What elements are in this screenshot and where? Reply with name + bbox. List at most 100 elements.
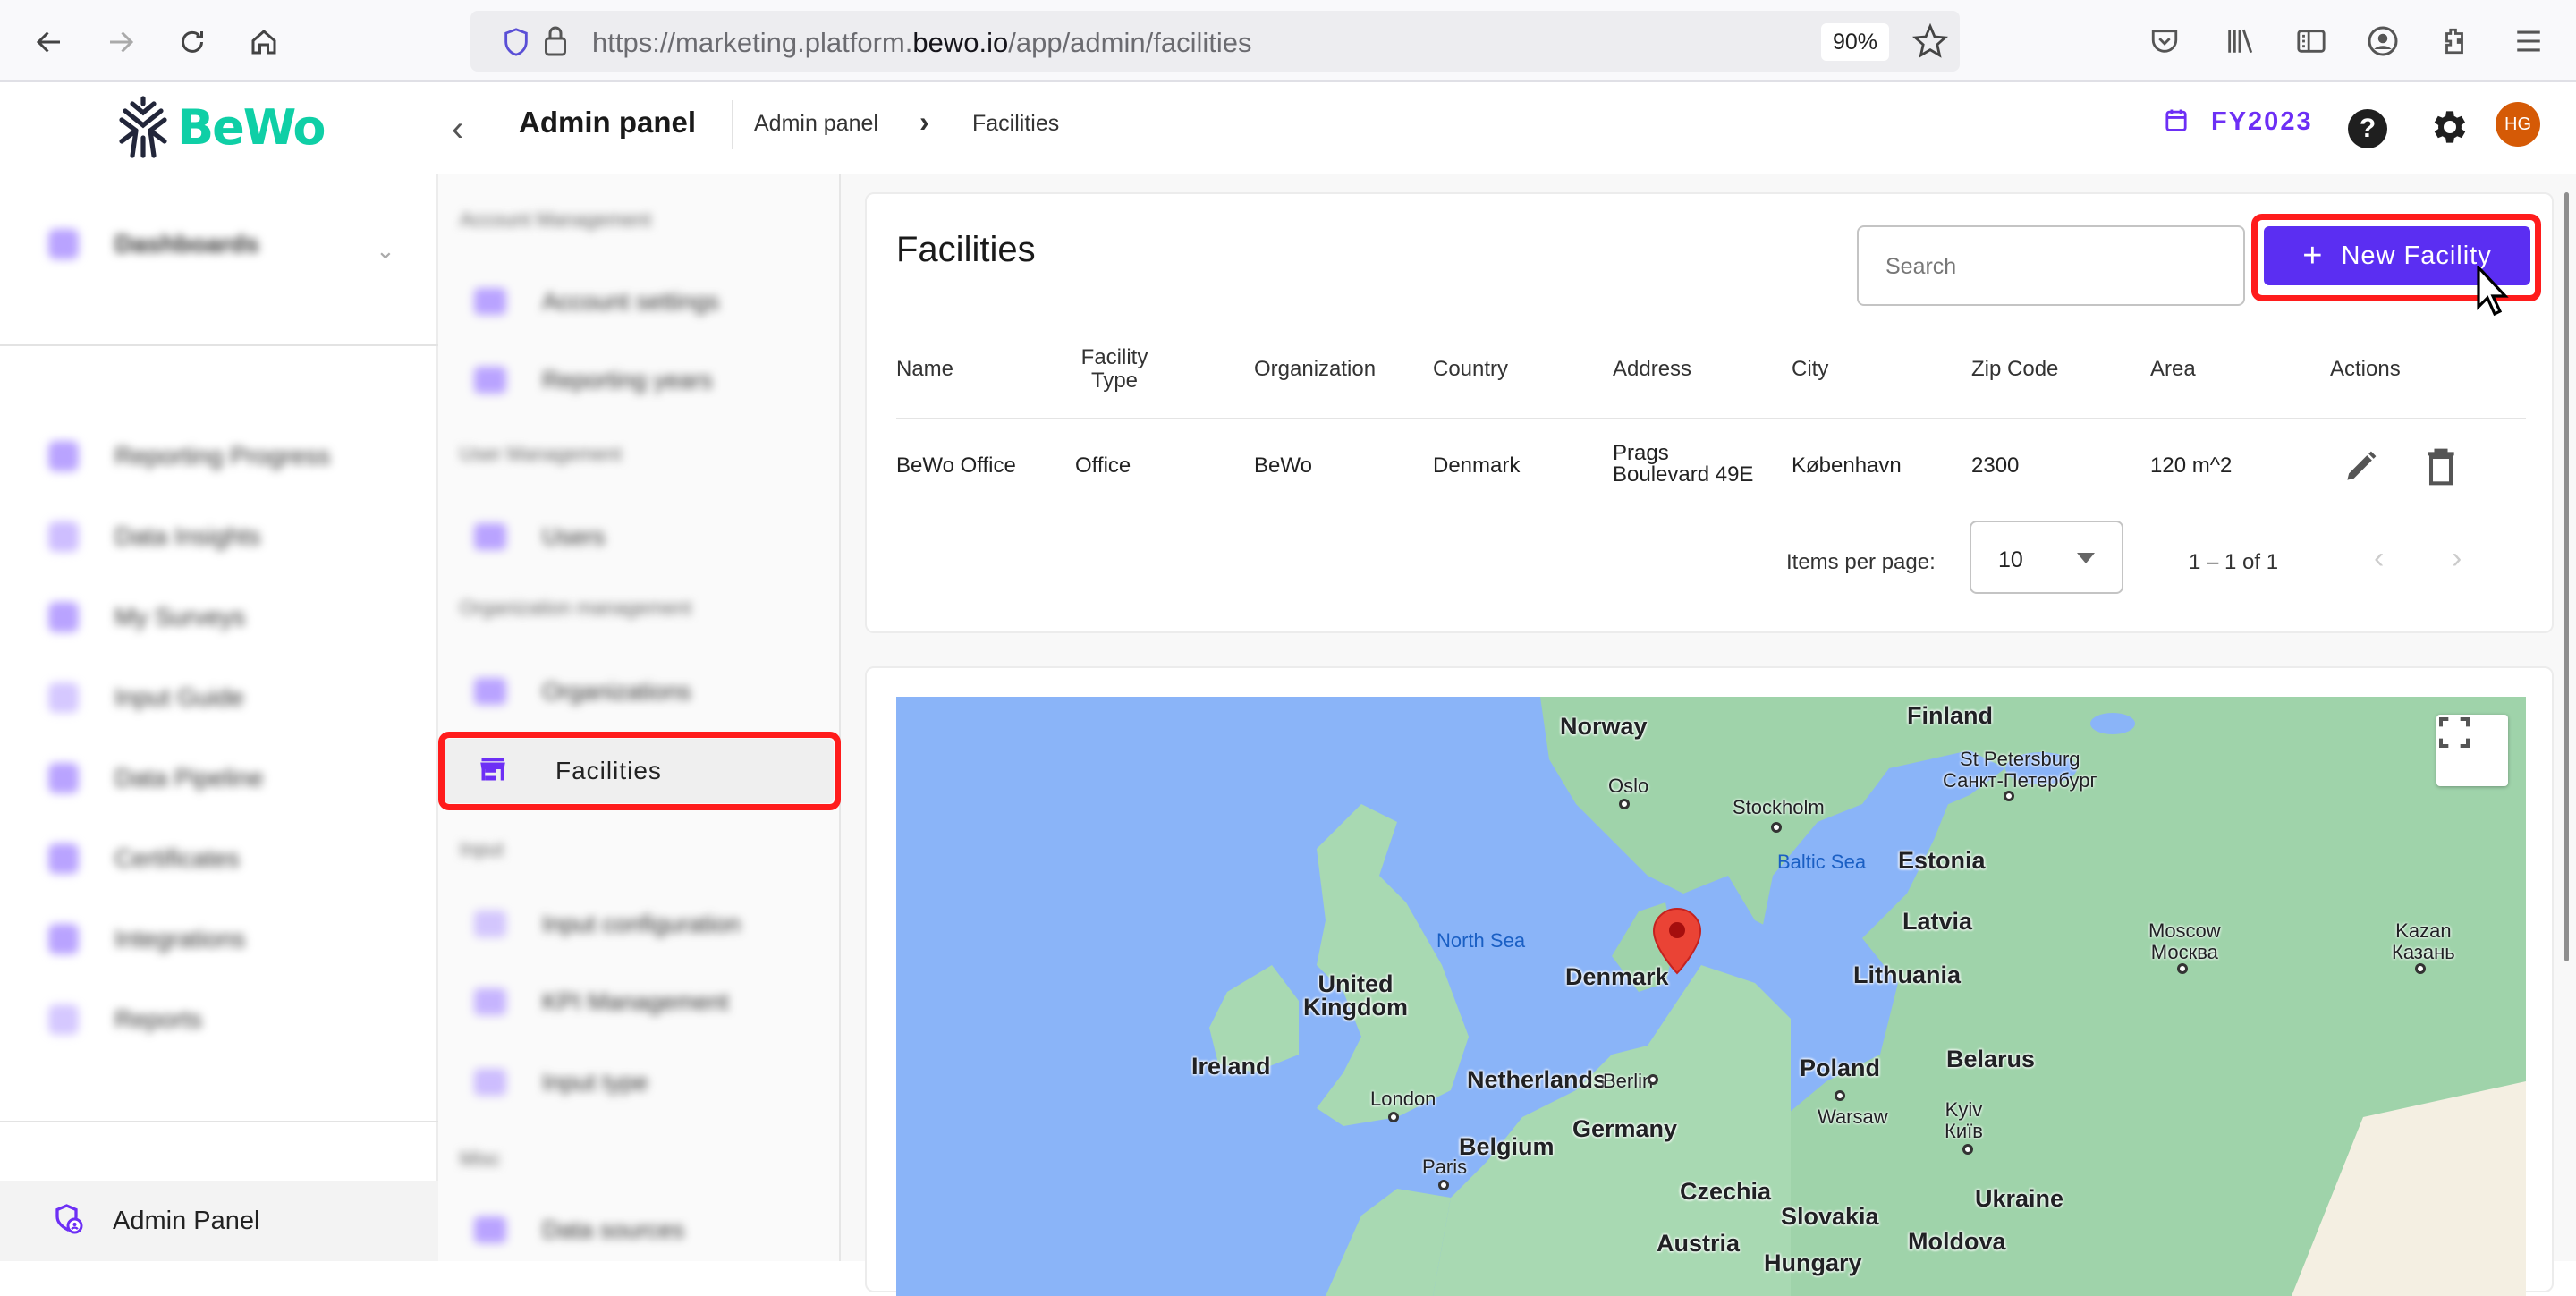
new-facility-label: New Facility	[2341, 241, 2492, 270]
subnav-item-data-sources[interactable]: Data sources	[474, 1203, 684, 1257]
gear-icon[interactable]	[2426, 106, 2470, 150]
certificate-icon	[48, 843, 79, 874]
reader-view-icon[interactable]	[2292, 21, 2331, 61]
fiscal-year-selector[interactable]: FY2023	[2165, 107, 2313, 137]
pocket-icon[interactable]	[2145, 21, 2184, 61]
plus-icon: +	[2302, 237, 2324, 275]
map-label-ireland: Ireland	[1191, 1053, 1271, 1080]
city-dot-icon	[1771, 822, 1782, 833]
sidebar-item-input-guide[interactable]: Input Guide	[48, 671, 244, 724]
sidebar-item-integrations[interactable]: Integrations	[48, 912, 245, 966]
subnav-item-label: Users	[542, 522, 606, 550]
city-dot-icon	[2177, 963, 2188, 974]
menu-icon[interactable]	[2509, 21, 2548, 61]
search-input[interactable]	[1885, 254, 2207, 280]
collapse-chevron-icon[interactable]: ‹	[452, 109, 463, 149]
help-icon[interactable]: ?	[2348, 109, 2387, 148]
cell-address: Prags Boulevard 49E	[1613, 443, 1753, 486]
city-dot-icon	[1648, 1074, 1658, 1085]
sidebar-item-certificates[interactable]: Certificates	[48, 832, 240, 885]
breadcrumb-admin-panel[interactable]: Admin panel	[754, 111, 878, 137]
map-label-belarus: Belarus	[1946, 1046, 2036, 1072]
extensions-icon[interactable]	[2435, 21, 2474, 61]
logo-mark-icon	[119, 96, 167, 158]
map-label-moldova: Moldova	[1908, 1228, 2006, 1255]
column-header-line: Type	[1090, 368, 1139, 393]
column-header-city[interactable]: City	[1792, 358, 1828, 381]
home-icon[interactable]	[242, 20, 286, 64]
cell-country: Denmark	[1433, 453, 1521, 478]
column-header-name[interactable]: Name	[896, 358, 953, 381]
delete-trash-icon[interactable]	[2423, 447, 2462, 487]
forward-icon[interactable]	[98, 20, 143, 64]
facility-map[interactable]: Norway Finland Estonia Latvia Lithuania …	[896, 697, 2526, 1296]
column-header-area[interactable]: Area	[2150, 358, 2196, 381]
zoom-level-badge[interactable]: 90%	[1821, 23, 1889, 61]
column-header-address[interactable]: Address	[1613, 358, 1691, 381]
logo-text: BeWo	[177, 98, 326, 156]
sidebar-item-reporting-progress[interactable]: Reporting Progress	[48, 429, 330, 483]
account-icon[interactable]	[2363, 21, 2402, 61]
map-fullscreen-button[interactable]	[2436, 715, 2508, 786]
bewo-logo[interactable]: BeWo	[116, 95, 326, 159]
column-header-organization[interactable]: Organization	[1254, 358, 1376, 381]
previous-page-button[interactable]: ‹	[2374, 541, 2384, 576]
subnav-item-input-type[interactable]: Input type	[474, 1055, 648, 1109]
shield-icon[interactable]	[503, 27, 530, 62]
lock-icon[interactable]	[542, 25, 569, 62]
library-icon[interactable]	[2220, 21, 2259, 61]
sidebar-item-my-surveys[interactable]: My Surveys	[48, 590, 245, 644]
subnav-section-organization-management: Organization management	[460, 597, 692, 619]
url-text[interactable]: https://marketing.platform.bewo.io/app/a…	[592, 27, 1251, 59]
column-header-facility-type[interactable]: Facility Type	[1070, 346, 1159, 393]
subnav-item-label: Reporting years	[542, 366, 713, 394]
subnav-item-kpi-management[interactable]: KPI Management	[474, 975, 729, 1029]
city-dot-icon	[1438, 1180, 1449, 1190]
sidebar-divider	[0, 344, 438, 346]
subnav-section-input: Input	[460, 838, 504, 860]
dropdown-caret-icon	[2077, 553, 2095, 563]
subnav-item-label: Input type	[542, 1068, 648, 1096]
app-header: BeWo ‹ Admin panel Admin panel › Facilit…	[0, 82, 2576, 174]
column-header-zip-code[interactable]: Zip Code	[1971, 358, 2058, 381]
next-page-button[interactable]: ›	[2452, 541, 2462, 576]
city-dot-icon	[1835, 1090, 1845, 1101]
sidebar-item-reports[interactable]: Reports	[48, 993, 202, 1046]
main-sidebar: Dashboards ⌄ Reporting Progress Data Ins…	[0, 174, 438, 1261]
edit-pencil-icon[interactable]	[2341, 447, 2380, 487]
reload-icon[interactable]	[170, 20, 215, 64]
sidebar-item-admin-panel[interactable]: Admin Panel	[0, 1181, 438, 1261]
admin-shield-icon	[52, 1203, 84, 1240]
subnav-item-facilities[interactable]: Facilities	[444, 739, 834, 803]
map-city-line: Kyiv	[1945, 1098, 1983, 1121]
subnav-item-account-settings[interactable]: Account settings	[474, 275, 719, 328]
map-card: Norway Finland Estonia Latvia Lithuania …	[865, 666, 2554, 1296]
url-bar[interactable]: https://marketing.platform.bewo.io/app/a…	[470, 11, 1960, 72]
subnav-item-reporting-years[interactable]: Reporting years	[474, 353, 713, 407]
sidebar-divider	[0, 1121, 438, 1122]
facilities-card: Facilities + New Facility Name Facility …	[865, 192, 2554, 633]
sidebar-item-data-pipeline[interactable]: Data Pipeline	[48, 751, 264, 805]
chevron-down-icon[interactable]: ⌄	[376, 237, 395, 265]
subnav-item-users[interactable]: Users	[474, 510, 606, 563]
items-per-page-select[interactable]: 10	[1970, 521, 2123, 594]
table-header-divider	[896, 418, 2526, 419]
page-scrollbar[interactable]	[2564, 192, 2569, 961]
cell-organization: BeWo	[1254, 453, 1312, 478]
sidebar-item-data-insights[interactable]: Data Insights	[48, 510, 260, 563]
subnav-item-label: KPI Management	[542, 987, 729, 1015]
map-city-paris: Paris	[1422, 1156, 1468, 1178]
map-label-hungary: Hungary	[1764, 1249, 1862, 1276]
search-field[interactable]	[1857, 225, 2245, 306]
sidebar-item-dashboards[interactable]: Dashboards	[48, 217, 259, 271]
column-header-line: Facility	[1080, 345, 1148, 369]
bookmark-star-icon[interactable]	[1911, 22, 1949, 64]
input-config-icon	[474, 911, 506, 937]
user-avatar[interactable]: HG	[2496, 102, 2540, 147]
subnav-item-organizations[interactable]: Organizations	[474, 665, 691, 718]
subnav-item-input-configuration[interactable]: Input configuration	[474, 897, 741, 951]
back-icon[interactable]	[27, 20, 72, 64]
column-header-country[interactable]: Country	[1433, 358, 1508, 381]
map-land-shapes	[1209, 697, 2526, 1296]
map-city-oslo: Oslo	[1608, 775, 1649, 797]
